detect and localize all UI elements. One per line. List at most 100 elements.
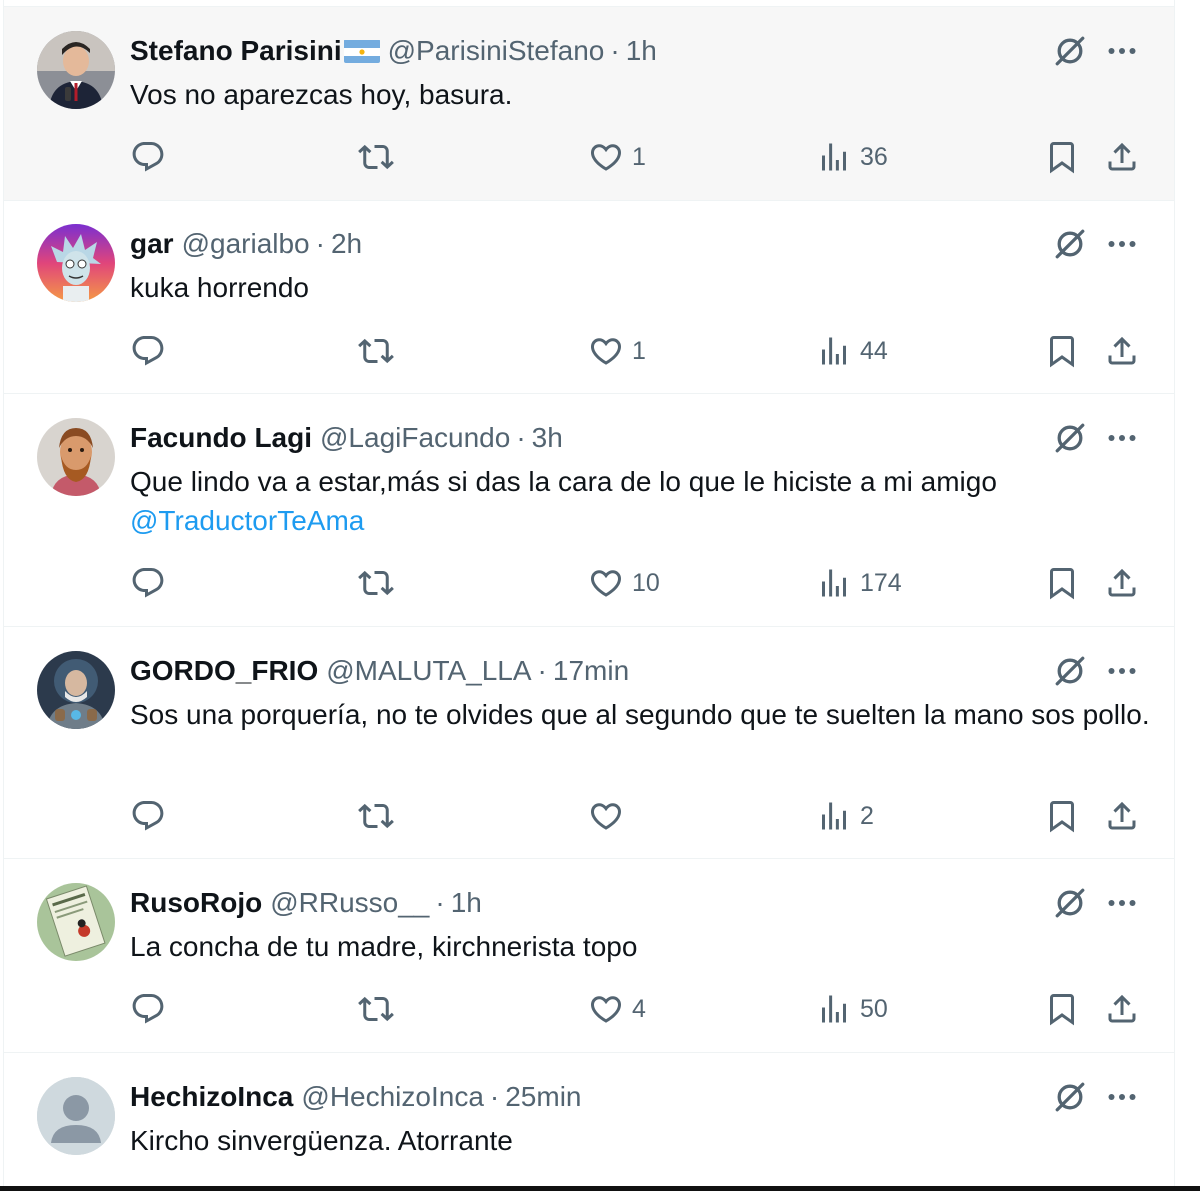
share-button[interactable] <box>1104 796 1140 836</box>
grok-icon[interactable] <box>1052 33 1088 69</box>
tweet-header: GORDO_FRIO @MALUTA_LLA · 17min <box>130 653 629 689</box>
user-handle[interactable]: @RRusso__ <box>270 887 429 919</box>
tweet-text: Que lindo va a estar,más si das la cara … <box>130 462 1150 540</box>
tweet[interactable]: HechizoInca @HechizoInca · 25min Kircho … <box>4 1053 1174 1186</box>
views-button[interactable]: 50 <box>816 989 888 1029</box>
views-button[interactable]: 174 <box>816 563 902 603</box>
display-name[interactable]: Facundo Lagi <box>130 422 312 454</box>
more-icon[interactable] <box>1104 420 1140 456</box>
like-count: 1 <box>632 336 646 365</box>
avatar[interactable] <box>37 1077 115 1155</box>
tweet-header: HechizoInca @HechizoInca · 25min <box>130 1079 582 1115</box>
like-button[interactable]: 1 <box>588 331 646 371</box>
timestamp[interactable]: 1h <box>626 35 657 67</box>
reply-button[interactable] <box>130 796 166 836</box>
tweet[interactable]: GORDO_FRIO @MALUTA_LLA · 17min Sos una p… <box>4 627 1174 859</box>
tweet-text-content: Sos una porquería, no te olvides que al … <box>130 699 1150 730</box>
retweet-button[interactable] <box>358 796 394 836</box>
share-button[interactable] <box>1104 563 1140 603</box>
tweet-text-content: kuka horrendo <box>130 272 310 303</box>
bookmark-button[interactable] <box>1044 796 1080 836</box>
user-handle[interactable]: @LagiFacundo <box>320 422 510 454</box>
reply-icon <box>130 139 166 175</box>
avatar[interactable] <box>37 224 115 302</box>
retweet-icon <box>358 565 394 601</box>
bookmark-button[interactable] <box>1044 137 1080 177</box>
share-button[interactable] <box>1104 331 1140 371</box>
bookmark-button[interactable] <box>1044 989 1080 1029</box>
tweet[interactable]: RusoRojo @RRusso__ · 1h La concha de tu … <box>4 859 1174 1053</box>
grok-icon[interactable] <box>1052 420 1088 456</box>
display-name[interactable]: gar <box>130 228 174 260</box>
retweet-button[interactable] <box>358 331 394 371</box>
like-button[interactable]: 10 <box>588 563 660 603</box>
view-count: 36 <box>860 142 888 171</box>
tweet-header: Stefano Parisini @ParisiniStefano · 1h <box>130 33 657 69</box>
more-icon[interactable] <box>1104 653 1140 689</box>
like-button[interactable] <box>588 796 632 836</box>
tweet[interactable]: Facundo Lagi @LagiFacundo · 3h Que lindo… <box>4 394 1174 627</box>
timestamp[interactable]: 25min <box>505 1081 581 1113</box>
timestamp[interactable]: 17min <box>553 655 629 687</box>
reply-button[interactable] <box>130 563 166 603</box>
more-icon[interactable] <box>1104 33 1140 69</box>
bookmark-icon <box>1044 991 1080 1027</box>
display-name[interactable]: RusoRojo <box>130 887 262 919</box>
reply-button[interactable] <box>130 331 166 371</box>
bookmark-icon <box>1044 333 1080 369</box>
grok-icon[interactable] <box>1052 653 1088 689</box>
avatar[interactable] <box>37 883 115 961</box>
grok-icon[interactable] <box>1052 1079 1088 1115</box>
retweet-button[interactable] <box>358 563 394 603</box>
avatar[interactable] <box>37 418 115 496</box>
reply-icon <box>130 565 166 601</box>
bookmark-button[interactable] <box>1044 331 1080 371</box>
replies-feed: Stefano Parisini @ParisiniStefano · 1h V… <box>3 0 1175 1186</box>
like-count: 4 <box>632 994 646 1023</box>
tweet[interactable]: Stefano Parisini @ParisiniStefano · 1h V… <box>4 7 1174 201</box>
views-icon <box>816 565 852 601</box>
views-button[interactable]: 36 <box>816 137 888 177</box>
retweet-button[interactable] <box>358 989 394 1029</box>
display-name[interactable]: GORDO_FRIO <box>130 655 318 687</box>
share-button[interactable] <box>1104 989 1140 1029</box>
bookmark-button[interactable] <box>1044 563 1080 603</box>
timestamp[interactable]: 1h <box>451 887 482 919</box>
display-name[interactable]: Stefano Parisini <box>130 35 342 67</box>
like-button[interactable]: 1 <box>588 137 646 177</box>
like-icon <box>588 139 624 175</box>
bookmark-icon <box>1044 798 1080 834</box>
more-icon[interactable] <box>1104 226 1140 262</box>
timestamp[interactable]: 2h <box>331 228 362 260</box>
retweet-icon <box>358 333 394 369</box>
more-icon[interactable] <box>1104 1079 1140 1115</box>
avatar[interactable] <box>37 651 115 729</box>
like-button[interactable]: 4 <box>588 989 646 1029</box>
tweet-actions: 1 36 <box>4 137 1174 177</box>
view-count: 44 <box>860 336 888 365</box>
tweet[interactable]: gar @garialbo · 2h kuka horrendo 1 44 <box>4 201 1174 394</box>
share-icon <box>1104 565 1140 601</box>
share-button[interactable] <box>1104 137 1140 177</box>
timestamp[interactable]: 3h <box>532 422 563 454</box>
retweet-button[interactable] <box>358 137 394 177</box>
reply-button[interactable] <box>130 137 166 177</box>
avatar[interactable] <box>37 31 115 109</box>
reply-button[interactable] <box>130 989 166 1029</box>
retweet-icon <box>358 139 394 175</box>
display-name[interactable]: HechizoInca <box>130 1081 293 1113</box>
grok-icon[interactable] <box>1052 226 1088 262</box>
tweet-text-content: La concha de tu madre, kirchnerista topo <box>130 931 638 962</box>
share-icon <box>1104 139 1140 175</box>
user-handle[interactable]: @HechizoInca <box>301 1081 484 1113</box>
user-handle[interactable]: @MALUTA_LLA <box>326 655 531 687</box>
more-icon[interactable] <box>1104 885 1140 921</box>
views-button[interactable]: 2 <box>816 796 874 836</box>
grok-icon[interactable] <box>1052 885 1088 921</box>
reply-icon <box>130 798 166 834</box>
user-handle[interactable]: @garialbo <box>182 228 310 260</box>
views-button[interactable]: 44 <box>816 331 888 371</box>
mention-link[interactable]: @TraductorTeAma <box>130 501 1150 540</box>
user-handle[interactable]: @ParisiniStefano <box>388 35 605 67</box>
views-icon <box>816 991 852 1027</box>
